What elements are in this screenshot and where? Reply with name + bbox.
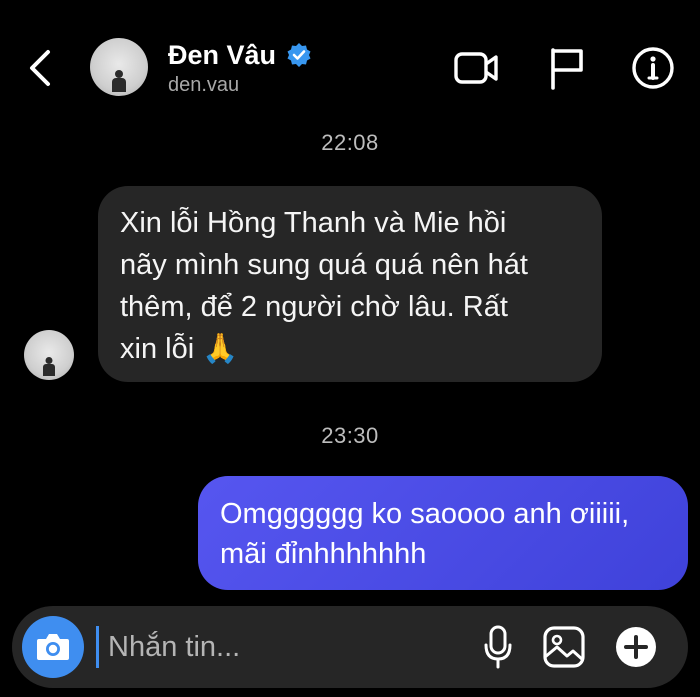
message-line: Omgggggg ko saoooo anh ơiiiii,: [220, 498, 630, 530]
message-line: mãi đỉnhhhhhhh: [220, 538, 427, 570]
incoming-message-bubble[interactable]: Xin lỗi Hồng Thanh và Mie hồi nãy mình s…: [98, 186, 602, 382]
contact-name: Đen Vâu: [168, 40, 277, 70]
avatar-figure-head: [45, 357, 53, 364]
camera-button[interactable]: [22, 616, 84, 678]
plus-icon: [616, 627, 656, 667]
report-flag-button[interactable]: [544, 46, 590, 90]
voice-message-button[interactable]: [474, 623, 522, 671]
chevron-left-icon: [30, 50, 50, 86]
message-line: xin lỗi 🙏: [120, 333, 239, 365]
sender-avatar[interactable]: [24, 330, 74, 380]
contact-username: den.vau: [168, 74, 240, 96]
message-timestamp: 22:08: [321, 130, 379, 155]
message-line: thêm, để 2 người chờ lâu. Rất: [120, 291, 508, 323]
message-line: Xin lỗi Hồng Thanh và Mie hồi: [120, 207, 507, 239]
back-button[interactable]: [20, 44, 60, 92]
contact-title[interactable]: Đen Vâu: [168, 40, 312, 70]
text-cursor: [96, 626, 99, 668]
message-input[interactable]: [96, 624, 426, 670]
outgoing-message-bubble[interactable]: Omgggggg ko saoooo anh ơiiiii, mãi đỉnhh…: [198, 476, 688, 590]
message-timestamp: 23:30: [321, 423, 379, 448]
message-composer: [12, 606, 688, 688]
video-camera-icon: [454, 52, 498, 84]
avatar-figure-head: [115, 70, 123, 78]
avatar-figure-body: [43, 364, 55, 376]
chat-header: Đen Vâu den.vau: [0, 0, 700, 118]
more-options-button[interactable]: [612, 623, 660, 671]
flag-icon: [551, 48, 583, 90]
message-line: nãy mình sung quá quá nên hát: [120, 249, 528, 281]
avatar-figure-body: [112, 78, 126, 92]
contact-avatar[interactable]: [90, 38, 148, 96]
camera-icon: [37, 634, 69, 660]
image-icon: [543, 626, 585, 668]
info-button[interactable]: [630, 46, 676, 90]
info-icon: [632, 47, 674, 89]
video-call-button[interactable]: [454, 46, 500, 90]
verified-badge-icon: [287, 43, 311, 67]
microphone-icon: [484, 625, 512, 669]
gallery-button[interactable]: [540, 623, 588, 671]
